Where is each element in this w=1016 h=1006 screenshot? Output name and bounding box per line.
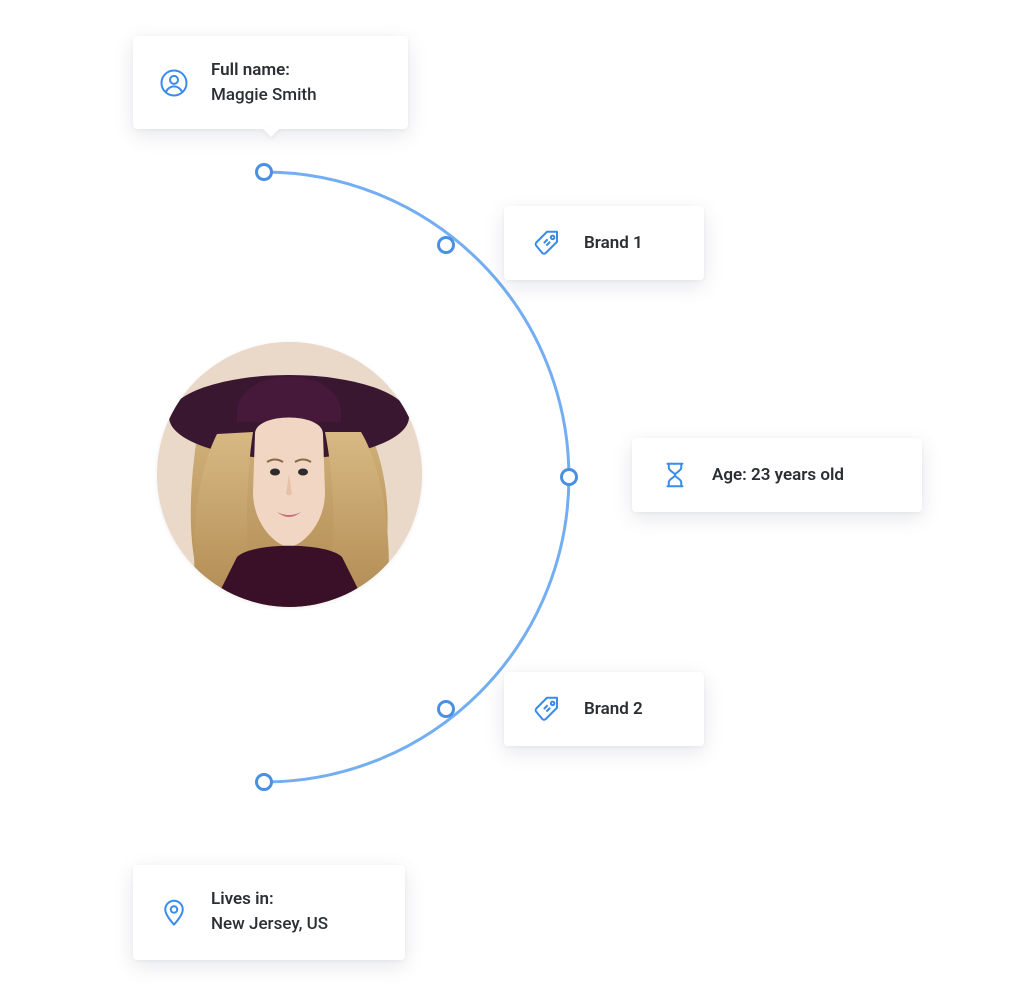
profile-orbit-diagram: Full name: Maggie Smith Brand 1 Age: 23 … xyxy=(0,0,1016,1006)
orbit-node xyxy=(560,468,578,486)
orbit-node xyxy=(255,163,273,181)
card-age: Age: 23 years old xyxy=(632,438,922,512)
brand-2-label: Brand 2 xyxy=(584,697,643,722)
hourglass-icon xyxy=(660,460,690,490)
person-icon xyxy=(159,68,189,98)
full-name-value: Maggie Smith xyxy=(211,85,317,105)
location-label: Lives in: xyxy=(211,889,274,909)
tag-icon xyxy=(532,694,562,724)
card-full-name: Full name: Maggie Smith xyxy=(133,36,408,129)
tag-icon xyxy=(532,228,562,258)
location-value: New Jersey, US xyxy=(211,914,328,934)
avatar xyxy=(157,342,422,607)
age-text: Age: 23 years old xyxy=(712,463,844,488)
brand-1-label: Brand 1 xyxy=(584,231,643,256)
full-name-label: Full name: xyxy=(211,60,290,80)
orbit-node xyxy=(437,700,455,718)
card-brand-1: Brand 1 xyxy=(504,206,704,280)
card-location: Lives in: New Jersey, US xyxy=(133,865,405,960)
orbit-node xyxy=(437,236,455,254)
location-pin-icon xyxy=(159,897,189,927)
card-brand-2: Brand 2 xyxy=(504,672,704,746)
orbit-node xyxy=(255,773,273,791)
